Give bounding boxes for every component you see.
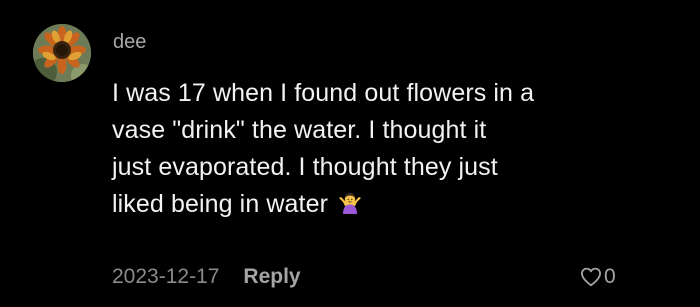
comment-item: dee I was 17 when I found out flowers in… <box>0 0 700 307</box>
like-button[interactable]: 0 <box>580 262 616 292</box>
reply-button[interactable]: Reply <box>243 265 300 289</box>
username[interactable]: dee <box>113 30 146 54</box>
comment-text-line: vase "drink" the water. I thought it <box>112 116 487 144</box>
sunflower-avatar-icon <box>33 24 91 82</box>
comment-text-line: liked being in water <box>112 186 672 225</box>
like-count: 0 <box>604 265 616 288</box>
person-shrugging-emoji-icon <box>338 188 362 225</box>
comment-date: 2023-12-17 <box>112 265 220 288</box>
avatar[interactable] <box>33 24 91 82</box>
comment-text-line-content: liked being in water <box>112 190 329 218</box>
comment-text: I was 17 when I found out flowers in a v… <box>112 75 672 225</box>
comment-text-line: just evaporated. I thought they just <box>112 153 498 181</box>
comment-text-line: I was 17 when I found out flowers in a <box>112 79 535 107</box>
heart-outline-icon <box>581 267 601 287</box>
comment-footer: 2023-12-17 Reply <box>112 262 301 292</box>
